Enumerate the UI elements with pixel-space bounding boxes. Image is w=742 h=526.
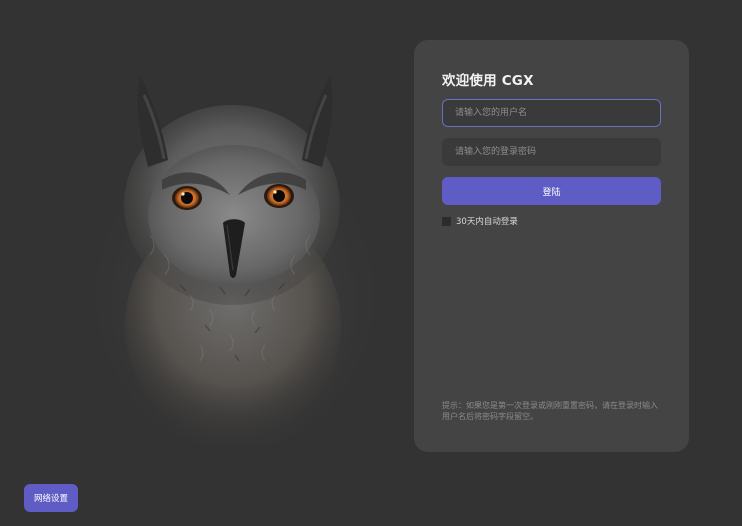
login-button[interactable]: 登陆 — [442, 177, 661, 205]
remember-me-checkbox[interactable] — [442, 216, 451, 226]
remember-me-label[interactable]: 30天内自动登录 — [456, 215, 518, 227]
owl-illustration — [90, 55, 380, 445]
card-title: 欢迎使用 CGX — [442, 73, 534, 89]
network-settings-button[interactable]: 网络设置 — [24, 484, 78, 512]
login-page: 欢迎使用 CGX 登陆 30天内自动登录 提示：如果您是第一次登录或刚刚重置密码… — [0, 0, 742, 526]
remember-me-row[interactable]: 30天内自动登录 — [442, 215, 518, 227]
username-input[interactable] — [442, 99, 661, 127]
password-input[interactable] — [442, 138, 661, 166]
login-card: 欢迎使用 CGX 登陆 30天内自动登录 提示：如果您是第一次登录或刚刚重置密码… — [414, 40, 689, 452]
login-hint: 提示：如果您是第一次登录或刚刚重置密码，请在登录时输入用户名后将密码字段留空。 — [442, 401, 658, 421]
owl-illustration-svg — [95, 75, 375, 445]
